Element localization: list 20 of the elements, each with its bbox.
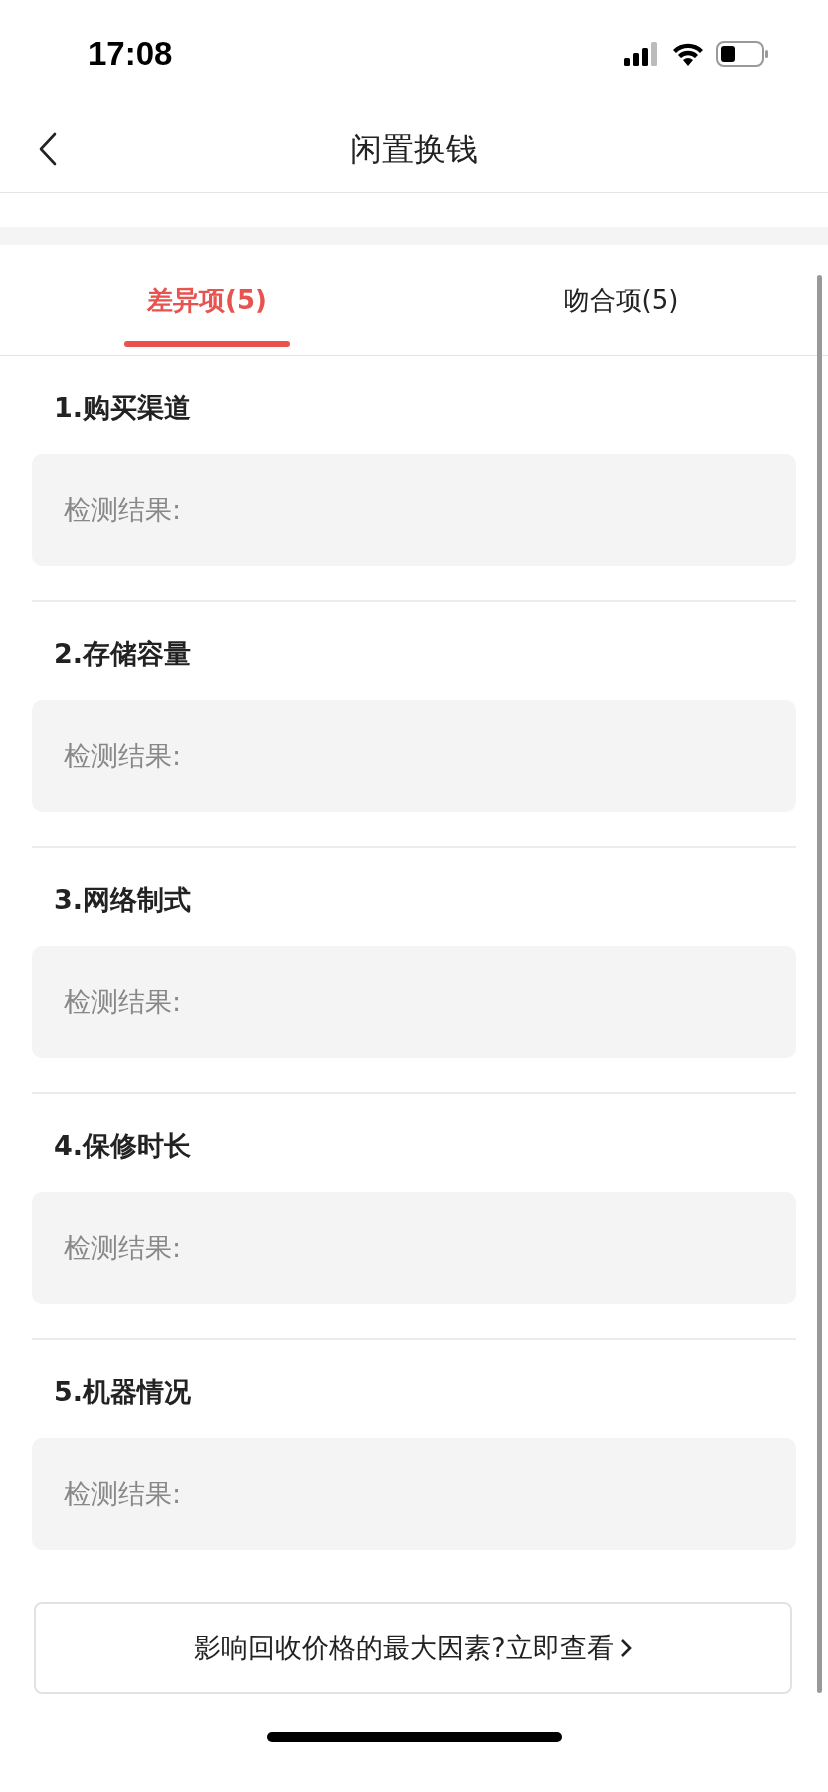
result-box: 检测结果:: [32, 700, 796, 812]
chevron-icon: [619, 1638, 632, 1658]
result-box: 检测结果:: [32, 946, 796, 1058]
status-time: 17:08: [88, 35, 173, 73]
page-title: 闲置换钱: [350, 129, 478, 170]
wifi-icon: [672, 42, 704, 66]
result-box: 检测结果:: [32, 1438, 796, 1550]
result-box: 检测结果:: [32, 454, 796, 566]
section-title: 2.存储容量: [54, 637, 192, 671]
section-title: 3.网络制式: [54, 883, 192, 917]
view-factors-button[interactable]: 影响回收价格的最大因素?立即查看: [34, 1602, 792, 1694]
section-title: 1.购买渠道: [54, 391, 192, 425]
section-title: 5.机器情况: [54, 1375, 192, 1409]
battery-icon: [716, 41, 770, 67]
tab[interactable]: 差异项(5): [0, 245, 414, 355]
tab[interactable]: 吻合项(5): [414, 245, 828, 355]
result-box: 检测结果:: [32, 1192, 796, 1304]
back-icon[interactable]: [38, 132, 58, 166]
section-title: 4.保修时长: [54, 1129, 192, 1163]
signal-icon: [624, 42, 660, 66]
